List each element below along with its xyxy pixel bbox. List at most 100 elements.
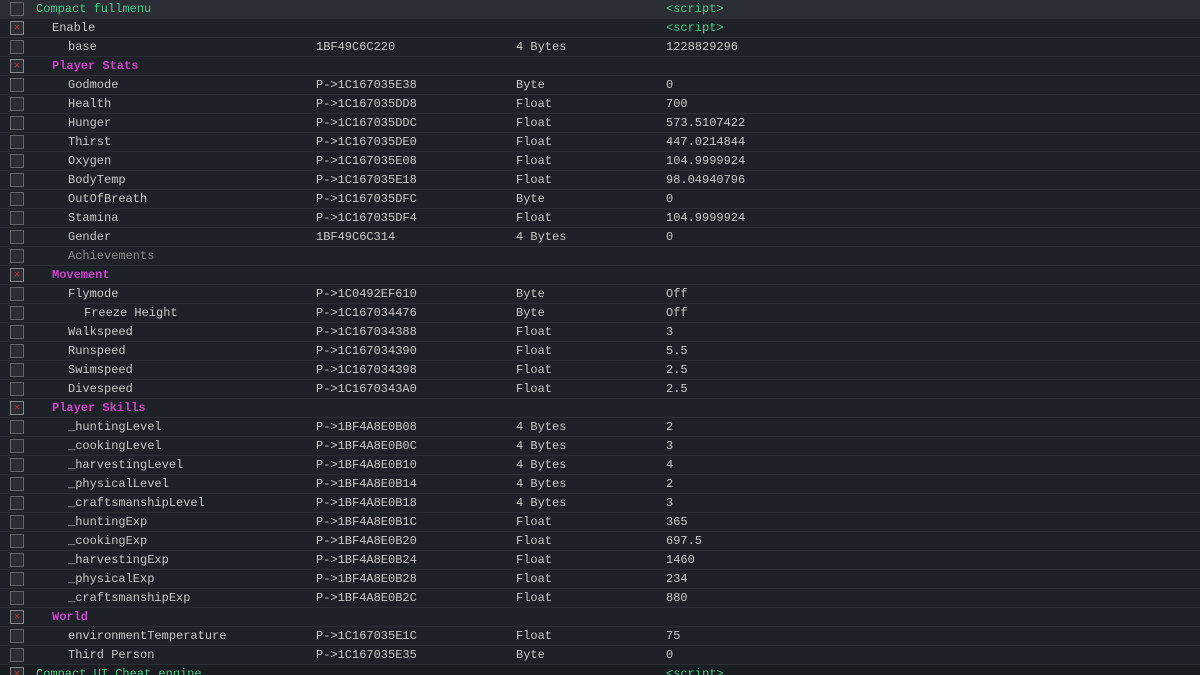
physicalexp-row: _physicalExp P->1BF4A8E0B28 Float 234 bbox=[0, 570, 1200, 589]
physicalexp-checkbox[interactable] bbox=[10, 572, 24, 586]
flymode-addr: P->1C0492EF610 bbox=[312, 287, 512, 301]
craftsmanshiplevel-checkbox[interactable] bbox=[10, 496, 24, 510]
cookingexp-addr: P->1BF4A8E0B20 bbox=[312, 534, 512, 548]
oxygen-name: Oxygen bbox=[32, 154, 312, 168]
thirst-name: Thirst bbox=[32, 135, 312, 149]
flymode-checkbox[interactable] bbox=[10, 287, 24, 301]
freeze-height-value: Off bbox=[662, 306, 1198, 320]
harvestinglevel-addr: P->1BF4A8E0B10 bbox=[312, 458, 512, 472]
physicalexp-name: _physicalExp bbox=[32, 572, 312, 586]
footer-label[interactable]: Compact UI Cheat engine bbox=[32, 667, 312, 675]
harvestinglevel-row: _harvestingLevel P->1BF4A8E0B10 4 Bytes … bbox=[0, 456, 1200, 475]
thirdperson-checkbox[interactable] bbox=[10, 648, 24, 662]
physicallevel-value: 2 bbox=[662, 477, 1198, 491]
craftsmanshipexp-type: Float bbox=[512, 591, 662, 605]
godmode-row: Godmode P->1C167035E38 Byte 0 bbox=[0, 76, 1200, 95]
harvestinglevel-checkbox[interactable] bbox=[10, 458, 24, 472]
craftsmanshiplevel-row: _craftsmanshipLevel P->1BF4A8E0B18 4 Byt… bbox=[0, 494, 1200, 513]
cookingexp-checkbox[interactable] bbox=[10, 534, 24, 548]
hunger-checkbox[interactable] bbox=[10, 116, 24, 130]
gender-checkbox[interactable] bbox=[10, 230, 24, 244]
movement-checkbox[interactable] bbox=[10, 268, 24, 282]
world-header: World bbox=[0, 608, 1200, 627]
flymode-type: Byte bbox=[512, 287, 662, 301]
base-checkbox[interactable] bbox=[10, 40, 24, 54]
craftsmanshiplevel-type: 4 Bytes bbox=[512, 496, 662, 510]
huntinglevel-row: _huntingLevel P->1BF4A8E0B08 4 Bytes 2 bbox=[0, 418, 1200, 437]
outofbreath-checkbox[interactable] bbox=[10, 192, 24, 206]
ps-checkbox[interactable] bbox=[10, 59, 24, 73]
ps-check-col bbox=[2, 59, 32, 73]
swimspeed-name: Swimspeed bbox=[32, 363, 312, 377]
compact-enable-script[interactable]: <script> bbox=[662, 2, 1198, 16]
runspeed-type: Float bbox=[512, 344, 662, 358]
swimspeed-addr: P->1C167034398 bbox=[312, 363, 512, 377]
huntinglevel-checkbox[interactable] bbox=[10, 420, 24, 434]
harvestingexp-checkbox[interactable] bbox=[10, 553, 24, 567]
gender-value: 0 bbox=[662, 230, 1198, 244]
walkspeed-checkbox[interactable] bbox=[10, 325, 24, 339]
outofbreath-name: OutOfBreath bbox=[32, 192, 312, 206]
huntinglevel-addr: P->1BF4A8E0B08 bbox=[312, 420, 512, 434]
swimspeed-checkbox[interactable] bbox=[10, 363, 24, 377]
divespeed-checkbox[interactable] bbox=[10, 382, 24, 396]
craftsmanshipexp-checkbox[interactable] bbox=[10, 591, 24, 605]
achievements-name: Achievements bbox=[32, 249, 312, 263]
envtemp-addr: P->1C167035E1C bbox=[312, 629, 512, 643]
thirdperson-addr: P->1C167035E35 bbox=[312, 648, 512, 662]
footer-checkbox[interactable] bbox=[10, 667, 24, 675]
footer-script[interactable]: <script> bbox=[662, 667, 1198, 675]
world-checkbox[interactable] bbox=[10, 610, 24, 624]
runspeed-name: Runspeed bbox=[32, 344, 312, 358]
compact-checkbox[interactable] bbox=[10, 2, 24, 16]
oxygen-value: 104.9999924 bbox=[662, 154, 1198, 168]
walkspeed-addr: P->1C167034388 bbox=[312, 325, 512, 339]
physicallevel-checkbox[interactable] bbox=[10, 477, 24, 491]
stamina-checkbox[interactable] bbox=[10, 211, 24, 225]
thirst-value: 447.0214844 bbox=[662, 135, 1198, 149]
stamina-type: Float bbox=[512, 211, 662, 225]
thirst-checkbox[interactable] bbox=[10, 135, 24, 149]
godmode-value: 0 bbox=[662, 78, 1198, 92]
envtemp-checkbox[interactable] bbox=[10, 629, 24, 643]
achievements-checkbox[interactable] bbox=[10, 249, 24, 263]
freeze-height-checkbox[interactable] bbox=[10, 306, 24, 320]
freeze-height-row: Freeze Height P->1C167034476 Byte Off bbox=[0, 304, 1200, 323]
stamina-value: 104.9999924 bbox=[662, 211, 1198, 225]
bodytemp-value: 98.04940796 bbox=[662, 173, 1198, 187]
cookingexp-value: 697.5 bbox=[662, 534, 1198, 548]
oxygen-checkbox[interactable] bbox=[10, 154, 24, 168]
huntinglevel-value: 2 bbox=[662, 420, 1198, 434]
harvestingexp-addr: P->1BF4A8E0B24 bbox=[312, 553, 512, 567]
player-skills-checkbox[interactable] bbox=[10, 401, 24, 415]
bodytemp-checkbox[interactable] bbox=[10, 173, 24, 187]
enable-row: Enable <script> bbox=[0, 19, 1200, 38]
bodytemp-row: BodyTemp P->1C167035E18 Float 98.0494079… bbox=[0, 171, 1200, 190]
harvestingexp-value: 1460 bbox=[662, 553, 1198, 567]
thirst-row: Thirst P->1C167035DE0 Float 447.0214844 bbox=[0, 133, 1200, 152]
cookinglevel-checkbox[interactable] bbox=[10, 439, 24, 453]
enable-script-value[interactable]: <script> bbox=[662, 21, 1198, 35]
thirst-addr: P->1C167035DE0 bbox=[312, 135, 512, 149]
envtemp-type: Float bbox=[512, 629, 662, 643]
huntingexp-checkbox[interactable] bbox=[10, 515, 24, 529]
craftsmanshipexp-name: _craftsmanshipExp bbox=[32, 591, 312, 605]
compact-fullmenu-label[interactable]: Compact fullmenu bbox=[32, 2, 312, 16]
cookinglevel-name: _cookingLevel bbox=[32, 439, 312, 453]
divespeed-value: 2.5 bbox=[662, 382, 1198, 396]
envtemp-name: environmentTemperature bbox=[32, 629, 312, 643]
craftsmanshipexp-addr: P->1BF4A8E0B2C bbox=[312, 591, 512, 605]
enable-checkbox[interactable] bbox=[10, 21, 24, 35]
stamina-addr: P->1C167035DF4 bbox=[312, 211, 512, 225]
godmode-checkbox[interactable] bbox=[10, 78, 24, 92]
outofbreath-value: 0 bbox=[662, 192, 1198, 206]
main-table: Compact fullmenu <script> Enable <script… bbox=[0, 0, 1200, 675]
cookingexp-row: _cookingExp P->1BF4A8E0B20 Float 697.5 bbox=[0, 532, 1200, 551]
godmode-addr: P->1C167035E38 bbox=[312, 78, 512, 92]
thirdperson-value: 0 bbox=[662, 648, 1198, 662]
envtemp-row: environmentTemperature P->1C167035E1C Fl… bbox=[0, 627, 1200, 646]
health-checkbox[interactable] bbox=[10, 97, 24, 111]
runspeed-checkbox[interactable] bbox=[10, 344, 24, 358]
divespeed-type: Float bbox=[512, 382, 662, 396]
physicalexp-addr: P->1BF4A8E0B28 bbox=[312, 572, 512, 586]
